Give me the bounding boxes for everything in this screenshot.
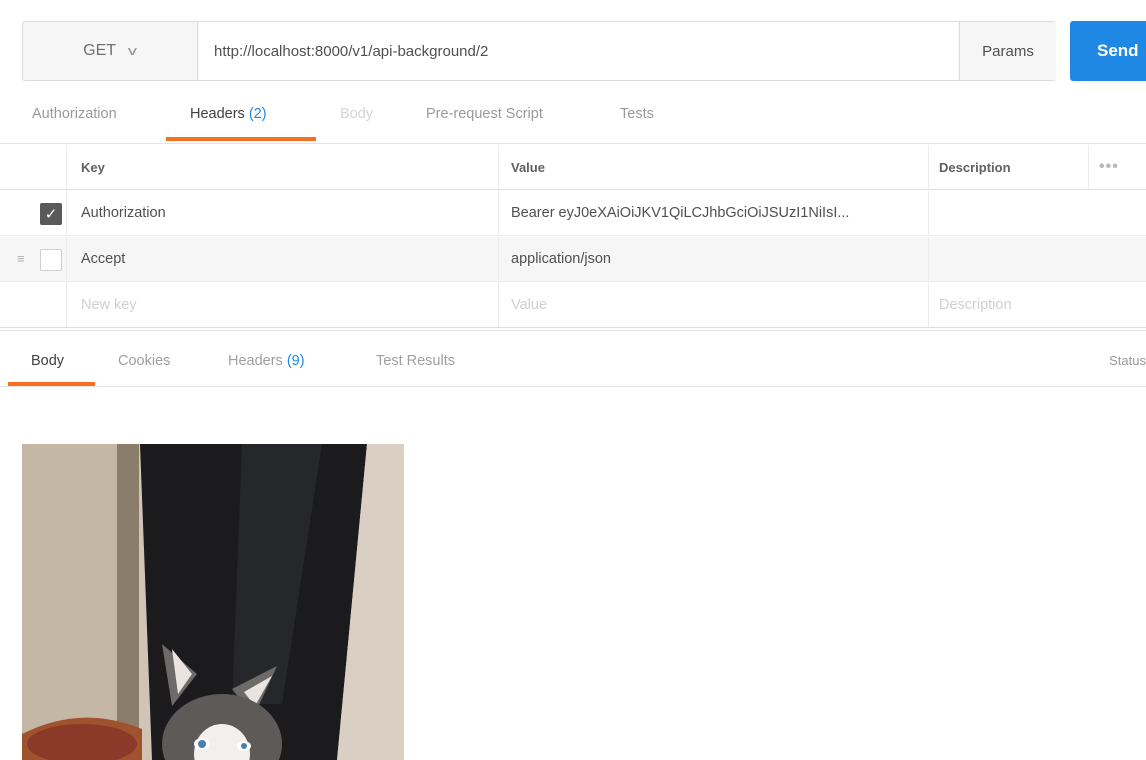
column-value: Value xyxy=(498,145,928,189)
response-tabs: Body Cookies Headers (9) Test Results St… xyxy=(0,330,1146,387)
column-key: Key xyxy=(66,145,498,189)
header-description-cell[interactable] xyxy=(928,191,1088,235)
method-select[interactable]: GET ∨ xyxy=(23,22,198,80)
url-text: http://localhost:8000/v1/api-background/… xyxy=(214,42,489,60)
tab-authorization[interactable]: Authorization xyxy=(32,106,117,122)
header-key-cell[interactable]: Accept xyxy=(66,237,498,281)
tab-label: Tests xyxy=(620,106,654,122)
url-input[interactable]: http://localhost:8000/v1/api-background/… xyxy=(199,22,958,80)
new-key-input[interactable]: New key xyxy=(66,283,498,327)
header-checkbox[interactable] xyxy=(40,249,62,271)
header-value-cell[interactable]: Bearer eyJ0eXAiOiJKV1QiLCJhbGciOiJSUzI1N… xyxy=(498,191,928,235)
tab-label: Pre-request Script xyxy=(426,106,543,122)
response-tab-headers[interactable]: Headers (9) xyxy=(228,353,305,369)
new-value-input[interactable]: Value xyxy=(498,283,928,327)
chevron-down-icon: ∨ xyxy=(125,44,140,58)
drag-handle-icon[interactable]: ≡ xyxy=(17,251,25,266)
table-row: ≡ Accept application/json xyxy=(0,237,1146,282)
tab-tests[interactable]: Tests xyxy=(620,106,654,122)
response-image xyxy=(22,444,404,760)
header-key-cell[interactable]: Authorization xyxy=(66,191,498,235)
params-button[interactable]: Params xyxy=(959,22,1056,80)
tab-label: Cookies xyxy=(118,353,171,369)
send-button[interactable]: Send xyxy=(1070,21,1146,81)
tab-headers[interactable]: Headers (2) xyxy=(190,106,267,122)
headers-count-badge: (2) xyxy=(248,106,267,122)
response-tab-test-results[interactable]: Test Results xyxy=(376,353,455,369)
tab-label: Test Results xyxy=(376,353,455,369)
tab-label: Authorization xyxy=(32,106,117,122)
new-header-row: New key Value Description xyxy=(0,283,1146,328)
tab-label: Body xyxy=(340,106,374,122)
request-bar: GET ∨ http://localhost:8000/v1/api-backg… xyxy=(22,21,1056,81)
new-description-input[interactable]: Description xyxy=(928,283,1088,327)
tab-pre-request-script[interactable]: Pre-request Script xyxy=(426,106,543,122)
active-tab-indicator xyxy=(166,137,316,141)
response-tab-body[interactable]: Body xyxy=(31,353,64,369)
tab-label: Headers xyxy=(228,353,283,369)
more-options-icon[interactable]: ••• xyxy=(1088,145,1146,189)
table-header-row: Key Value Description ••• xyxy=(0,145,1146,190)
tab-body[interactable]: Body xyxy=(340,106,373,122)
header-description-cell[interactable] xyxy=(928,237,1088,281)
column-description: Description xyxy=(928,145,1088,189)
tab-label: Body xyxy=(31,353,65,369)
active-response-tab-indicator xyxy=(8,382,95,386)
checkmark-icon[interactable]: ✓ xyxy=(40,203,62,225)
request-tabs: Authorization Headers (2) Body Pre-reque… xyxy=(0,96,1146,144)
headers-count-badge: (9) xyxy=(286,353,305,369)
status-label: Status xyxy=(1109,353,1146,368)
response-tab-cookies[interactable]: Cookies xyxy=(118,353,170,369)
table-row: ✓ Authorization Bearer eyJ0eXAiOiJKV1QiL… xyxy=(0,191,1146,236)
send-label: Send xyxy=(1097,41,1139,60)
header-value-cell[interactable]: application/json xyxy=(498,237,928,281)
husky-photo xyxy=(22,444,404,760)
params-label: Params xyxy=(982,42,1034,60)
tab-label: Headers xyxy=(190,106,245,122)
method-label: GET xyxy=(83,42,117,59)
